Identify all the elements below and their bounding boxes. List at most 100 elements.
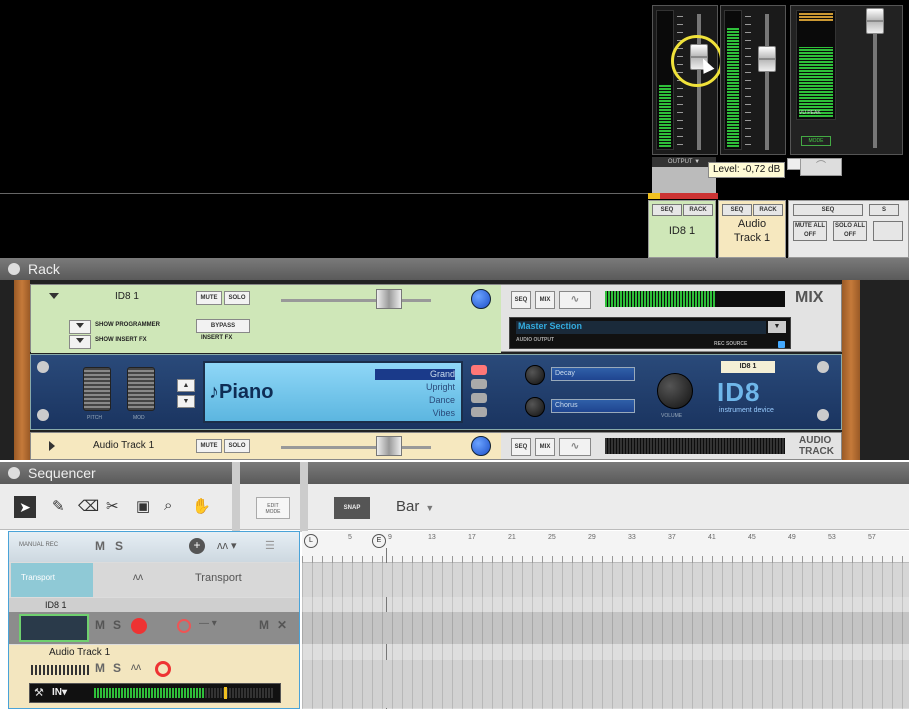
header-mute-button[interactable]: M xyxy=(95,539,105,553)
automation-icon[interactable]: ʌʌ ▾ xyxy=(217,539,237,552)
category-dance[interactable]: Dance xyxy=(429,395,455,405)
id8-solo-button[interactable]: S xyxy=(113,618,121,632)
patch-up-button[interactable]: ▲ xyxy=(177,379,195,392)
mod-wheel[interactable] xyxy=(127,367,155,411)
master-section-selector[interactable]: Master Section xyxy=(516,321,766,334)
ruler-label: 9 xyxy=(388,534,392,541)
vu-mode-button[interactable]: MODE xyxy=(801,136,831,146)
sequencer-collapse-icon[interactable] xyxy=(8,467,20,479)
transport-automation-icon[interactable]: ʌʌ xyxy=(133,572,143,583)
category-led-4[interactable] xyxy=(471,407,487,417)
rack-channel1-pan-knob[interactable] xyxy=(471,289,491,309)
id8-mute-button[interactable]: M xyxy=(95,618,105,632)
category-led-1[interactable] xyxy=(471,365,487,375)
channel1-level-meter xyxy=(656,10,674,150)
category-upright[interactable]: Upright xyxy=(426,382,455,392)
id8-track-header[interactable]: ID8 1 M S — ▾ M ✕ xyxy=(9,598,299,644)
master-seq-button[interactable]: SEQ xyxy=(793,204,863,216)
position-marker[interactable]: E xyxy=(372,534,386,548)
master-level-meter xyxy=(796,10,836,120)
audio-track-expand-icon[interactable] xyxy=(49,441,55,451)
transport-track-header[interactable]: Transport ʌʌ Transport xyxy=(9,563,299,597)
audio-badge-line2: TRACK xyxy=(799,446,834,457)
manual-rec-button[interactable]: MANUAL REC xyxy=(19,542,58,548)
hand-tool-icon[interactable]: ✋ xyxy=(192,497,211,515)
audio-record-arm-icon[interactable] xyxy=(155,661,171,677)
rack-audio-pan-knob[interactable] xyxy=(471,436,491,456)
id8-lane-mute-button[interactable]: M xyxy=(259,618,269,632)
rack-titlebar[interactable]: Rack xyxy=(0,258,909,280)
rack-channel1-seq-button[interactable]: SEQ xyxy=(511,291,531,309)
category-led-2[interactable] xyxy=(471,379,487,389)
channel2-seq-button[interactable]: SEQ xyxy=(722,204,752,216)
id8-record-arm-icon[interactable] xyxy=(131,618,147,634)
sequencer-titlebar[interactable]: Sequencer xyxy=(0,462,909,484)
snap-value-select[interactable]: Bar ▼ xyxy=(396,498,434,515)
category-vibes[interactable]: Vibes xyxy=(433,408,455,418)
eraser-tool-icon[interactable]: ⌫ xyxy=(78,497,99,515)
audio-input-selector[interactable]: IN▾ xyxy=(52,687,67,698)
category-led-3[interactable] xyxy=(471,393,487,403)
channel1-rack-button[interactable]: RACK xyxy=(683,204,713,216)
transport-name: Transport xyxy=(195,572,242,584)
rack-audio-seq-button[interactable]: SEQ xyxy=(511,438,531,456)
rack-collapse-icon[interactable] xyxy=(8,263,20,275)
rack-audio-solo-button[interactable]: SOLO xyxy=(224,439,250,453)
rack-audio-track-name: Audio Track 1 xyxy=(93,440,155,451)
param2-knob[interactable] xyxy=(525,397,545,417)
rack-channel1-eq-button[interactable]: ∿ xyxy=(559,291,591,309)
volume-knob[interactable] xyxy=(657,373,693,409)
channel1-seq-button[interactable]: SEQ xyxy=(652,204,682,216)
id8-lane-dropdown[interactable]: — ▾ xyxy=(199,618,217,629)
audio-solo-button[interactable]: S xyxy=(113,661,121,675)
show-programmer-toggle[interactable] xyxy=(69,320,91,334)
mixer-channel1[interactable]: SEQ RACK ID8 1 xyxy=(648,200,716,258)
id8-lane-record-icon[interactable] xyxy=(177,619,191,633)
bypass-button[interactable]: BYPASS xyxy=(196,319,250,333)
audio-track-header-seq[interactable]: Audio Track 1 M S ʌʌ ⚒ IN▾ xyxy=(9,645,299,708)
input-wrench-icon[interactable]: ⚒ xyxy=(34,686,44,699)
mute-tool-icon[interactable]: ▣ xyxy=(136,497,150,515)
magnify-tool-icon[interactable]: ⌕ xyxy=(164,497,172,514)
master-volume-fader[interactable] xyxy=(866,8,884,34)
rack-audio-mute-button[interactable]: MUTE xyxy=(196,439,222,453)
snap-button[interactable]: SNAP xyxy=(334,497,370,519)
ruler-label: 17 xyxy=(468,534,476,541)
rack-channel1-mix-button[interactable]: MIX xyxy=(535,291,555,309)
show-insert-fx-toggle[interactable] xyxy=(69,335,91,349)
patch-down-button[interactable]: ▼ xyxy=(177,395,195,408)
rec-source-indicator[interactable] xyxy=(778,341,785,348)
mute-all-off-button[interactable]: MUTE ALL OFF xyxy=(793,221,827,241)
master-eq-curve-button[interactable]: ⌒ xyxy=(800,158,842,176)
audio-mute-button[interactable]: M xyxy=(95,661,105,675)
rack-audio-level-fader[interactable] xyxy=(376,436,402,456)
pitch-wheel[interactable] xyxy=(83,367,111,411)
master-extra-button[interactable] xyxy=(873,221,903,241)
output-selector[interactable]: OUTPUT ▼ xyxy=(652,157,716,167)
master-section-dropdown-icon[interactable]: ▼ xyxy=(768,321,786,333)
param1-knob[interactable] xyxy=(525,365,545,385)
collapse-arrow-icon[interactable] xyxy=(49,293,59,299)
mixer-channel2[interactable]: SEQ RACK Audio Track 1 xyxy=(718,200,786,258)
add-track-icon[interactable]: + xyxy=(189,538,205,554)
track-list-menu-icon[interactable]: ☰ xyxy=(265,539,275,552)
pencil-tool-icon[interactable]: ✎ xyxy=(52,497,65,515)
audio-automation-icon[interactable]: ʌʌ xyxy=(131,662,141,673)
song-start-marker[interactable]: L xyxy=(304,534,318,548)
edit-mode-button[interactable]: EDIT MODE xyxy=(256,497,290,519)
select-tool-icon[interactable]: ➤ xyxy=(14,496,36,518)
solo-all-off-button[interactable]: SOLO ALL OFF xyxy=(833,221,867,241)
rack-channel1-mute-button[interactable]: MUTE xyxy=(196,291,222,305)
header-solo-button[interactable]: S xyxy=(115,539,123,553)
id8-lane-delete-icon[interactable]: ✕ xyxy=(277,618,287,632)
rack-channel1-solo-button[interactable]: SOLO xyxy=(224,291,250,305)
rack-audio-mix-button[interactable]: MIX xyxy=(535,438,555,456)
category-grand[interactable]: Grand xyxy=(430,369,455,379)
channel2-volume-fader[interactable] xyxy=(758,46,776,72)
rack-channel1-level-fader[interactable] xyxy=(376,289,402,309)
master-s-button[interactable]: S xyxy=(869,204,899,216)
rack-audio-eq-button[interactable]: ∿ xyxy=(559,438,591,456)
channel2-rack-button[interactable]: RACK xyxy=(753,204,783,216)
razor-tool-icon[interactable]: ✂ xyxy=(106,497,119,515)
ruler-label: 29 xyxy=(588,534,596,541)
